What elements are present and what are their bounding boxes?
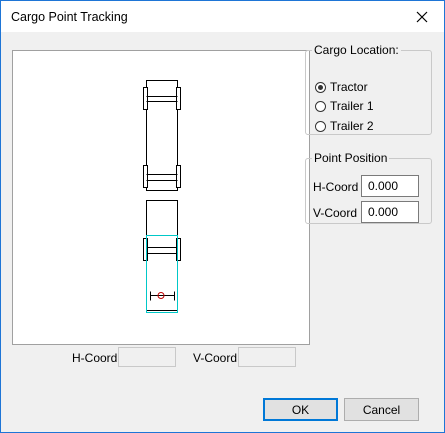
radio-tractor[interactable]: Tractor [315,79,368,95]
v-coord-input[interactable]: 0.000 [361,201,419,223]
vehicle-diagram [143,80,181,313]
ok-button[interactable]: OK [263,398,338,421]
cargo-location-group: Cargo Location: Tractor Trailer 1 Traile… [305,43,432,135]
radio-trailer-2[interactable]: Trailer 2 [315,118,374,134]
cargo-location-legend: Cargo Location: [314,43,399,57]
tractor-front-axle-left-wheels [143,87,148,110]
trailer-body [146,200,178,311]
radio-trailer-1[interactable]: Trailer 1 [315,98,374,114]
close-icon [416,11,428,22]
v-coord-readout-label: V-Coord [193,351,238,365]
radio-unselected-icon [315,100,326,112]
radio-trailer-2-label: Trailer 2 [330,119,374,133]
title-bar: Cargo Point Tracking [1,1,444,32]
vehicle-diagram-canvas[interactable] [12,50,310,345]
radio-selected-icon [315,81,326,93]
h-coord-input[interactable]: 0.000 [361,175,419,197]
cancel-button[interactable]: Cancel [344,398,419,421]
point-position-group: Point Position H-Coord 0.000 V-Coord 0.0… [305,151,432,224]
v-coord-label: V-Coord [313,206,358,220]
close-button[interactable] [400,1,444,32]
tractor-rear-axle-left-wheels [143,165,148,188]
tractor-front-axle-right-wheels [176,87,181,110]
window-title: Cargo Point Tracking [11,9,128,24]
h-coord-readout-label: H-Coord [72,351,118,365]
v-coord-readout [238,347,296,367]
h-coord-label: H-Coord [313,180,359,194]
radio-trailer-1-label: Trailer 1 [330,99,374,113]
dialog-window: Cargo Point Tracking H-Coord V-Coord Car… [0,0,445,433]
h-coord-readout [118,347,176,367]
tractor-rear-axle-right-wheels [176,165,181,188]
point-position-legend: Point Position [314,151,388,165]
radio-tractor-label: Tractor [330,80,368,94]
radio-unselected-icon [315,120,326,132]
